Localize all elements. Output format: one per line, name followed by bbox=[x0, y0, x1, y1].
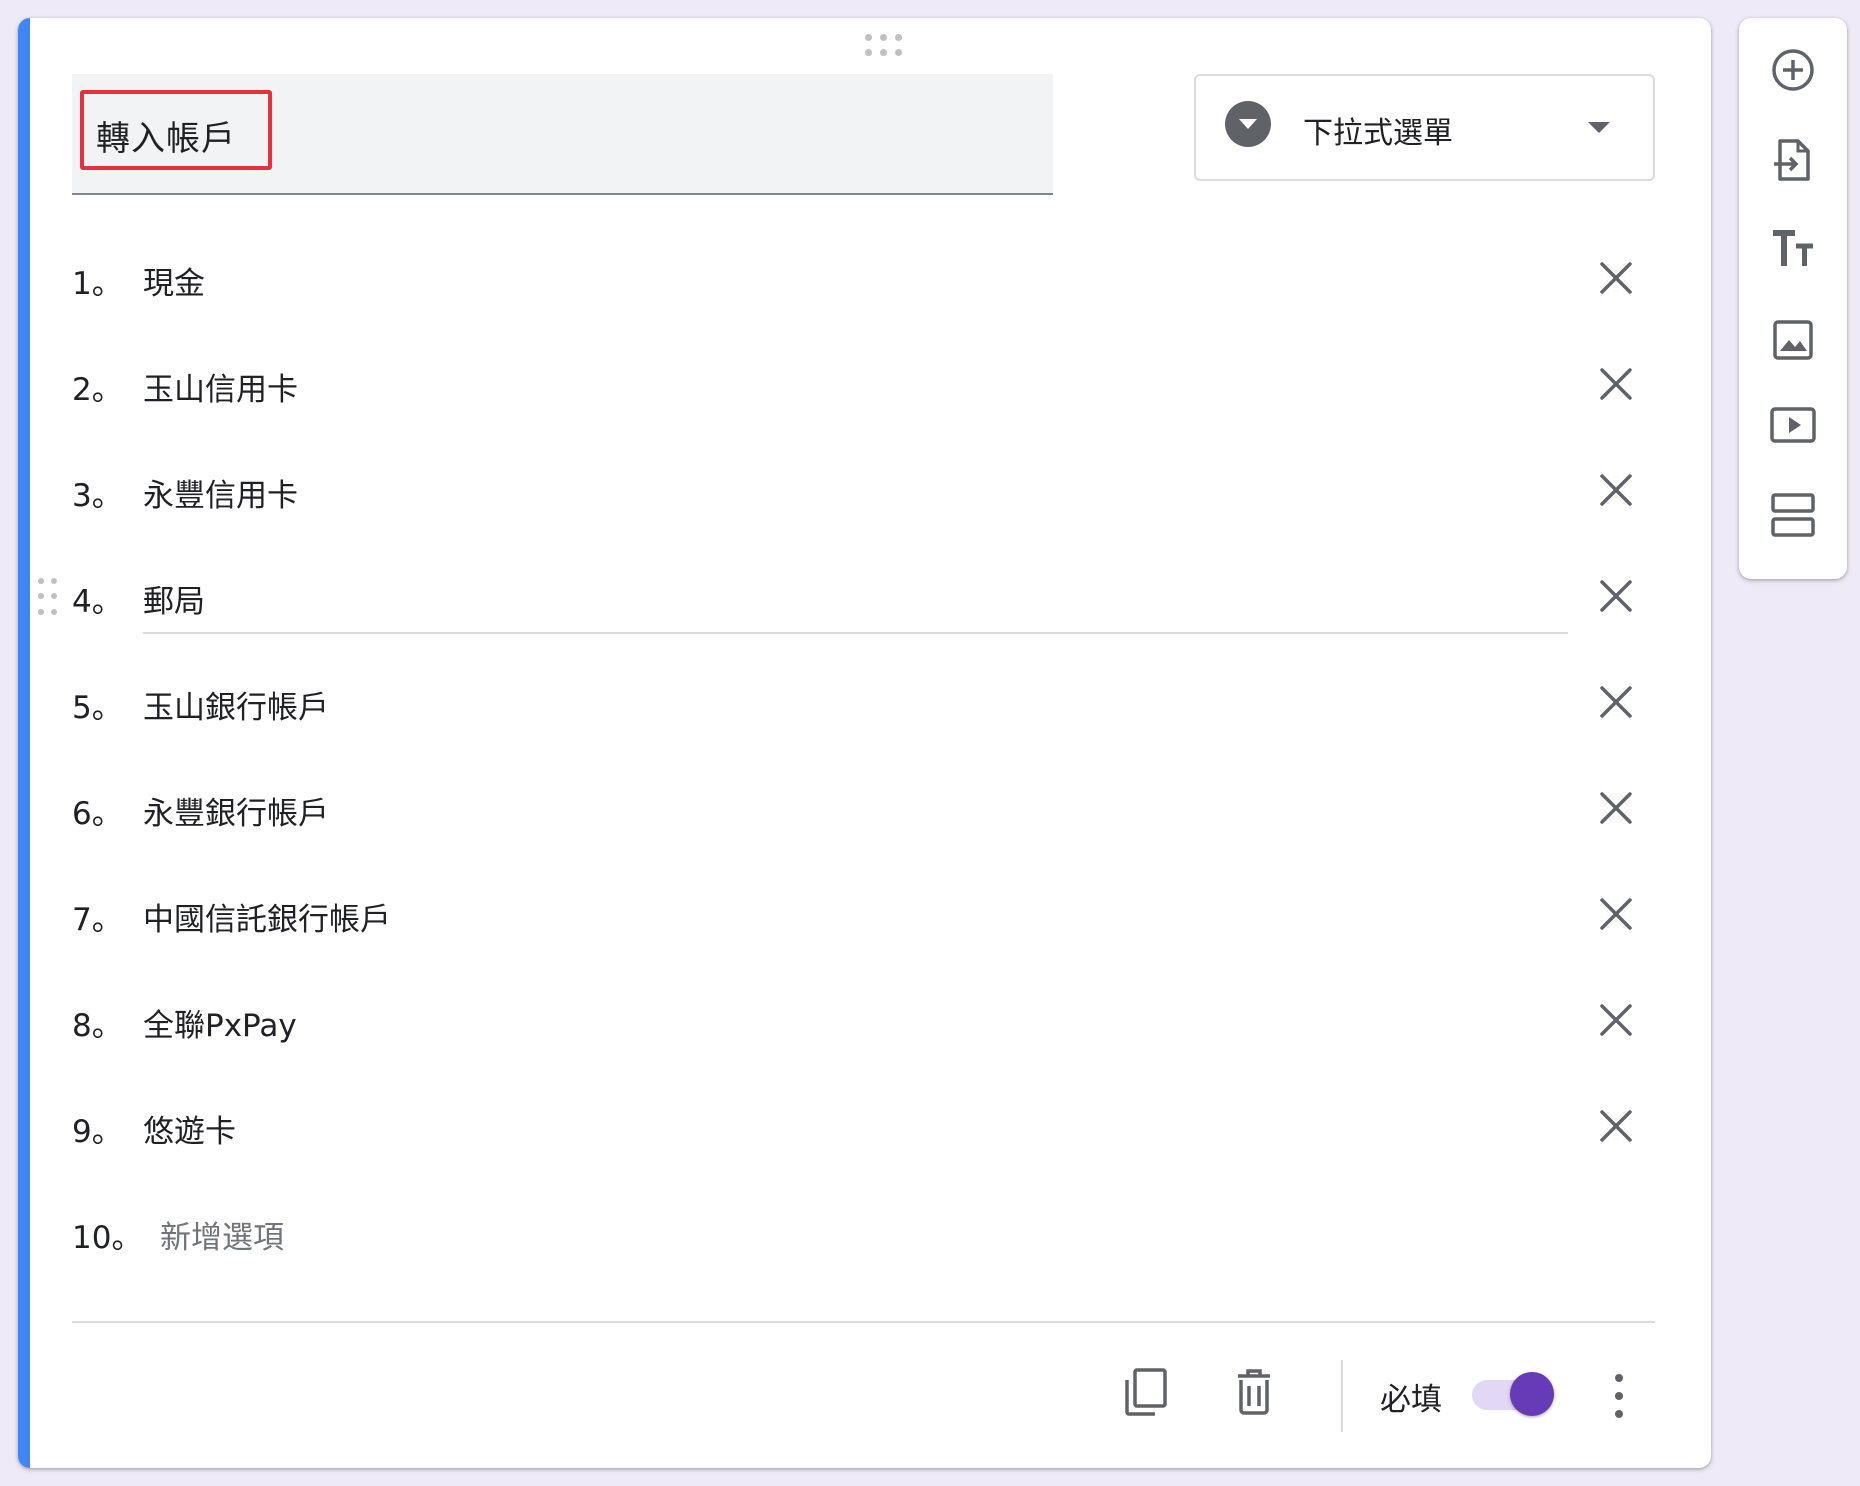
option-label[interactable]: 永豐銀行帳戶 bbox=[143, 788, 329, 833]
dropdown-circle-icon bbox=[1225, 101, 1271, 147]
option-number: 3。 bbox=[72, 478, 123, 514]
trash-icon[interactable] bbox=[1224, 1362, 1284, 1422]
close-icon[interactable] bbox=[1592, 254, 1640, 302]
option-label[interactable]: 郵局 bbox=[143, 576, 205, 621]
option-item[interactable]: 6。 永豐銀行帳戶 bbox=[18, 760, 1711, 866]
option-item[interactable]: 4。 郵局 bbox=[18, 548, 1711, 654]
option-number: 6。 bbox=[72, 796, 123, 832]
question-card[interactable]: 轉入帳戶 下拉式選單 1。 現金 2。 玉山信用卡 3。 永豐信用卡 4。 郵局… bbox=[18, 18, 1711, 1468]
required-toggle[interactable] bbox=[1468, 1370, 1554, 1420]
option-number: 9。 bbox=[72, 1114, 123, 1150]
close-icon[interactable] bbox=[1592, 466, 1640, 514]
option-number: 10。 bbox=[72, 1220, 143, 1256]
option-item[interactable]: 7。 中國信託銀行帳戶 bbox=[18, 866, 1711, 972]
question-type-dropdown[interactable]: 下拉式選單 bbox=[1194, 74, 1655, 181]
option-label[interactable]: 中國信託銀行帳戶 bbox=[143, 894, 391, 939]
option-item[interactable]: 1。 現金 bbox=[18, 230, 1711, 336]
video-icon[interactable] bbox=[1763, 395, 1823, 455]
close-icon[interactable] bbox=[1592, 890, 1640, 938]
option-item[interactable]: 5。 玉山銀行帳戶 bbox=[18, 654, 1711, 760]
option-number: 7。 bbox=[72, 902, 123, 938]
option-label[interactable]: 永豐信用卡 bbox=[143, 470, 298, 515]
footer-separator bbox=[1341, 1360, 1343, 1432]
add-option-input[interactable]: 新增選項 bbox=[160, 1212, 284, 1257]
more-vertical-icon[interactable] bbox=[1600, 1368, 1640, 1424]
option-label[interactable]: 全聯PxPay bbox=[143, 1000, 297, 1045]
option-label[interactable]: 玉山信用卡 bbox=[143, 364, 298, 409]
option-item[interactable]: 2。 玉山信用卡 bbox=[18, 336, 1711, 442]
option-number: 8。 bbox=[72, 1008, 123, 1044]
option-drag-handle-icon[interactable] bbox=[38, 578, 58, 618]
option-number: 4。 bbox=[72, 584, 123, 620]
option-label[interactable]: 悠遊卡 bbox=[143, 1106, 236, 1151]
chevron-down-icon bbox=[1588, 122, 1610, 133]
option-number: 5。 bbox=[72, 690, 123, 726]
option-item[interactable]: 8。 全聯PxPay bbox=[18, 972, 1711, 1078]
option-item[interactable]: 3。 永豐信用卡 bbox=[18, 442, 1711, 548]
option-item[interactable]: 9。 悠遊卡 bbox=[18, 1078, 1711, 1184]
add-circle-icon[interactable] bbox=[1763, 40, 1823, 100]
section-icon[interactable] bbox=[1763, 485, 1823, 545]
toggle-thumb bbox=[1510, 1372, 1554, 1416]
question-type-label: 下拉式選單 bbox=[1303, 116, 1453, 151]
title-text-icon[interactable] bbox=[1763, 220, 1823, 280]
question-title-input[interactable]: 轉入帳戶 bbox=[96, 111, 236, 160]
required-label: 必填 bbox=[1380, 1382, 1442, 1418]
option-number: 2。 bbox=[72, 372, 123, 408]
close-icon[interactable] bbox=[1592, 1102, 1640, 1150]
close-icon[interactable] bbox=[1592, 678, 1640, 726]
footer-divider bbox=[72, 1321, 1655, 1323]
close-icon[interactable] bbox=[1592, 996, 1640, 1044]
import-icon[interactable] bbox=[1763, 130, 1823, 190]
option-label[interactable]: 現金 bbox=[143, 258, 205, 303]
add-option-row[interactable]: 10。 新增選項 bbox=[18, 1184, 1711, 1290]
close-icon[interactable] bbox=[1592, 572, 1640, 620]
side-toolbar bbox=[1739, 18, 1847, 579]
option-number: 1。 bbox=[72, 266, 123, 302]
option-label[interactable]: 玉山銀行帳戶 bbox=[143, 682, 329, 727]
close-icon[interactable] bbox=[1592, 784, 1640, 832]
image-icon[interactable] bbox=[1763, 310, 1823, 370]
option-input-underline bbox=[143, 632, 1568, 634]
close-icon[interactable] bbox=[1592, 360, 1640, 408]
copy-icon[interactable] bbox=[1116, 1362, 1176, 1422]
question-title-field[interactable]: 轉入帳戶 bbox=[72, 74, 1053, 195]
